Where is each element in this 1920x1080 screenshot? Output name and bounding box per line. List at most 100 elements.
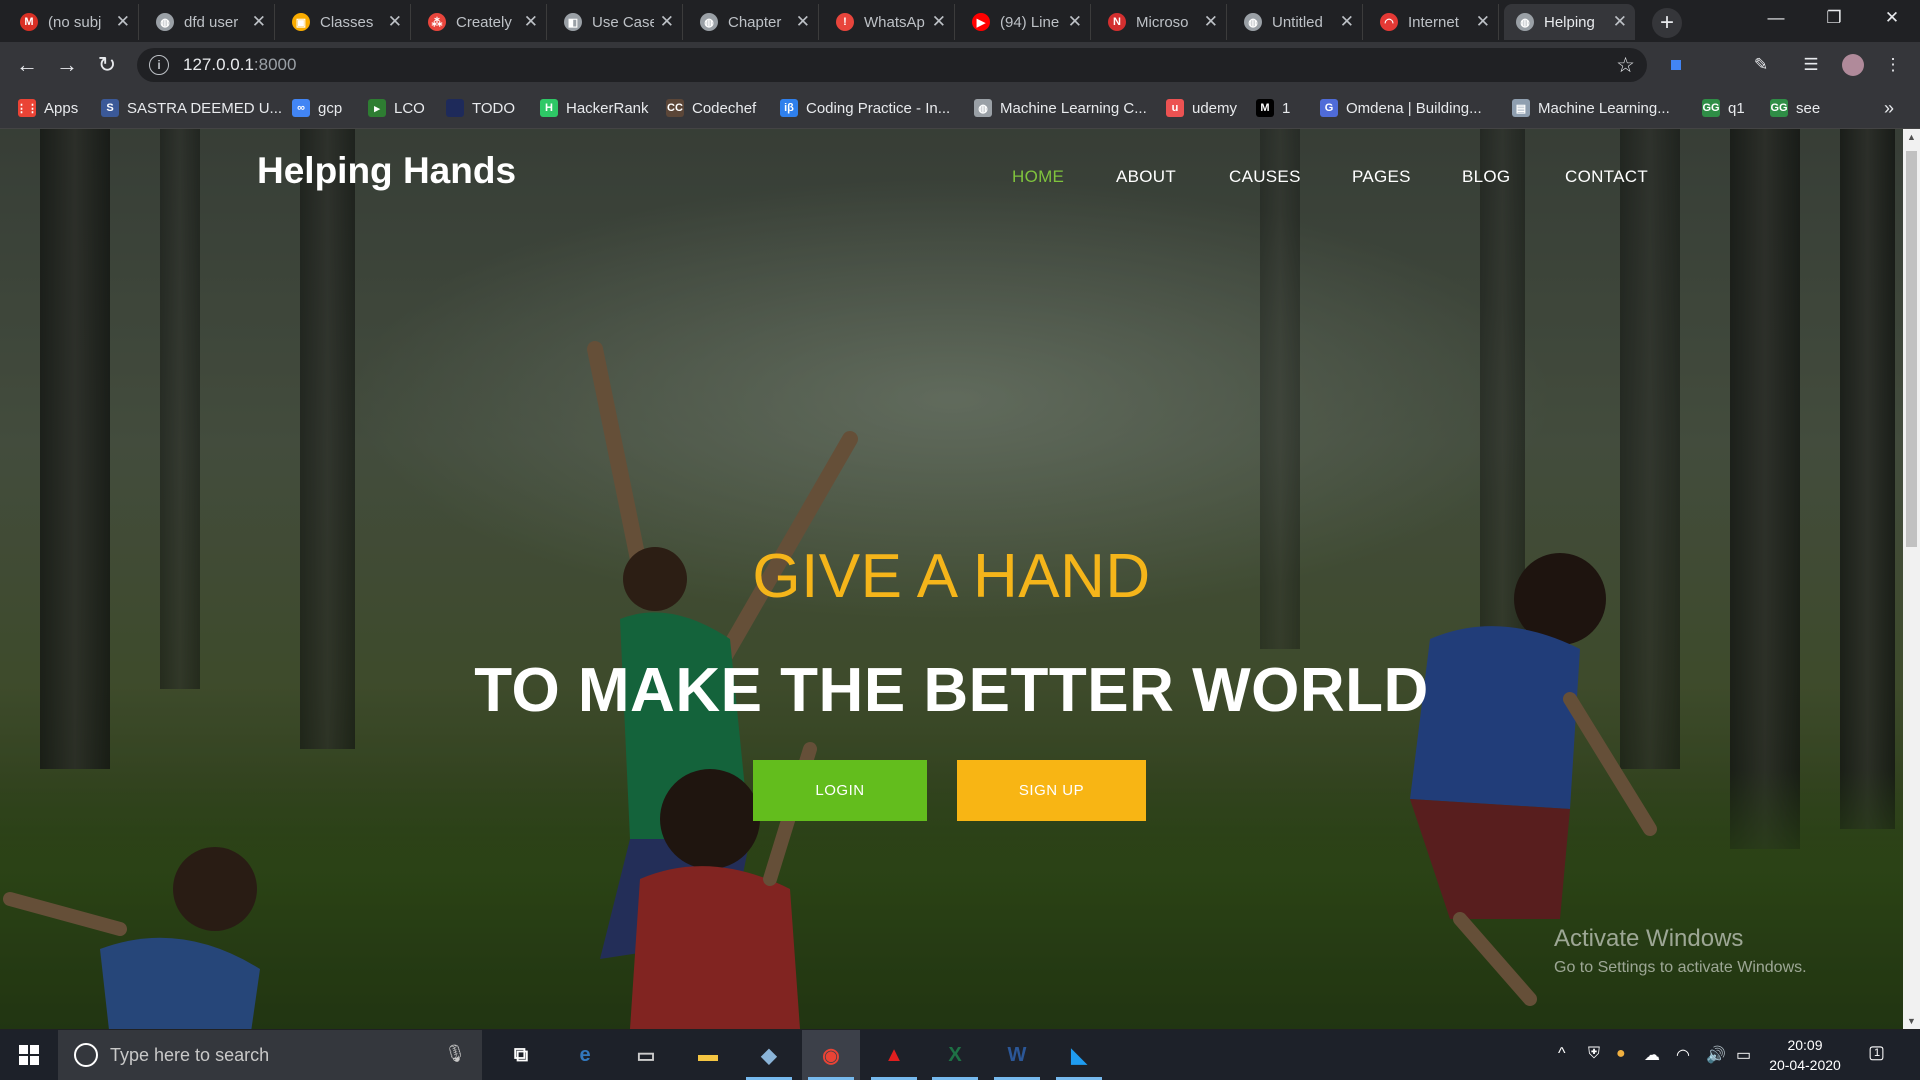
tab-close-icon[interactable]: ✕ [524, 12, 538, 32]
notepad-icon[interactable]: ◆ [740, 1030, 798, 1080]
bookmark-ml-12[interactable]: ▤ Machine Learning... [1512, 88, 1670, 128]
tab-close-icon[interactable]: ✕ [660, 12, 674, 32]
scroll-thumb[interactable] [1906, 151, 1917, 547]
bookmark-gcp-2[interactable]: ∞ gcp [292, 88, 342, 128]
notification-count: 1 [1874, 1047, 1881, 1059]
tab-close-icon[interactable]: ✕ [1476, 12, 1490, 32]
tab-close-icon[interactable]: ✕ [796, 12, 810, 32]
tray-chevron-up-icon[interactable]: ^ [1558, 1045, 1566, 1063]
tab-10[interactable]: ◠ Internet ✕ [1368, 4, 1499, 40]
bookmark-omdena-11[interactable]: G Omdena | Building... [1320, 88, 1482, 128]
word-icon[interactable]: W [988, 1030, 1046, 1080]
bookmark-globe-8[interactable]: ◍ Machine Learning C... [974, 88, 1147, 128]
tab-6[interactable]: ! WhatsAp ✕ [824, 4, 955, 40]
nav-link-home[interactable]: HOME [1012, 167, 1064, 187]
acrobat-icon[interactable]: ▲ [865, 1030, 923, 1080]
info-icon[interactable]: i [149, 55, 169, 75]
window-close-button[interactable]: ✕ [1864, 0, 1920, 36]
nav-link-blog[interactable]: BLOG [1462, 167, 1510, 187]
signup-button[interactable]: SIGN UP [957, 760, 1146, 821]
clock-date: 20-04-2020 [1769, 1057, 1841, 1073]
page-scrollbar[interactable]: ▲ ▼ [1903, 129, 1920, 1029]
tab-close-icon[interactable]: ✕ [388, 12, 402, 32]
back-button[interactable]: ← [12, 50, 42, 80]
url-text[interactable]: 127.0.0.1:8000 [183, 55, 296, 75]
nav-link-causes[interactable]: CAUSES [1229, 167, 1301, 187]
tab-close-icon[interactable]: ✕ [1613, 12, 1627, 32]
action-center-button[interactable]: ▢1 [1868, 1042, 1891, 1063]
nav-link-pages[interactable]: PAGES [1352, 167, 1411, 187]
minimize-button[interactable]: — [1748, 0, 1804, 36]
address-bar[interactable]: i 127.0.0.1:8000 ☆ [137, 48, 1647, 82]
excel-icon[interactable]: X [926, 1030, 984, 1080]
bookmark-todo-4[interactable]: TODO [446, 88, 515, 128]
tab-close-icon[interactable]: ✕ [1068, 12, 1082, 32]
tray-app-icon[interactable]: ● [1616, 1045, 1626, 1063]
hero-kicker: GIVE A HAND [752, 542, 1151, 611]
tab-close-icon[interactable]: ✕ [932, 12, 946, 32]
hackerrank-icon: H [540, 99, 558, 117]
microphone-icon[interactable]: 🎙 [444, 1044, 466, 1064]
tab-close-icon[interactable]: ✕ [1204, 12, 1218, 32]
taskbar-clock[interactable]: 20:09 20-04-2020 [1765, 1035, 1845, 1075]
terminal-icon[interactable]: ▭ [617, 1030, 675, 1080]
extension-square-icon[interactable] [1665, 54, 1687, 76]
tab-close-icon[interactable]: ✕ [1340, 12, 1354, 32]
nav-link-about[interactable]: ABOUT [1116, 167, 1176, 187]
tab-0[interactable]: M (no subj ✕ [8, 4, 139, 40]
bookmark-udemy-9[interactable]: u udemy [1166, 88, 1237, 128]
bookmark-star-icon[interactable]: ☆ [1616, 53, 1635, 78]
globe-icon: ◍ [1516, 13, 1534, 31]
bookmark-label: LCO [394, 99, 425, 117]
chrome-icon[interactable]: ◉ [802, 1030, 860, 1080]
scroll-down-arrow-icon[interactable]: ▼ [1903, 1013, 1920, 1029]
taskbar-search-box[interactable]: Type here to search 🎙 [58, 1030, 482, 1080]
tab-2[interactable]: ▣ Classes ✕ [280, 4, 411, 40]
tab-1[interactable]: ◍ dfd user ✕ [144, 4, 275, 40]
maximize-button[interactable]: ❐ [1806, 0, 1862, 36]
bookmark-lco-3[interactable]: ▸ LCO [368, 88, 425, 128]
bookmark-sastra-1[interactable]: S SASTRA DEEMED U... [101, 88, 282, 128]
start-button[interactable] [0, 1030, 58, 1080]
forward-button[interactable]: → [52, 50, 82, 80]
nav-link-contact[interactable]: CONTACT [1565, 167, 1648, 187]
wifi-icon[interactable]: ◠ [1676, 1045, 1690, 1065]
keyboard-icon[interactable]: ▭ [1736, 1045, 1751, 1065]
bookmark-apps-grid-0[interactable]: ⋮⋮ Apps [16, 88, 78, 128]
bookmark-gfg-13[interactable]: GG q1 [1702, 88, 1745, 128]
tab-9[interactable]: ◍ Untitled ✕ [1232, 4, 1363, 40]
tab-4[interactable]: ◧ Use Case ✕ [552, 4, 683, 40]
profile-avatar[interactable] [1842, 54, 1864, 76]
tab-close-icon[interactable]: ✕ [252, 12, 266, 32]
bookmark-gfg-14[interactable]: GG see [1770, 88, 1820, 128]
bookmark-codechef-6[interactable]: CC Codechef [666, 88, 756, 128]
edge-icon[interactable]: e [556, 1030, 614, 1080]
file-explorer-icon[interactable]: ▬ [679, 1030, 737, 1080]
security-shield-icon[interactable]: ⛨ [1588, 1045, 1600, 1063]
new-tab-button[interactable]: + [1652, 8, 1682, 38]
tab-label: dfd user [184, 13, 239, 31]
vscode-icon[interactable]: ◣ [1050, 1030, 1108, 1080]
tab-close-icon[interactable]: ✕ [116, 12, 130, 32]
scroll-up-arrow-icon[interactable]: ▲ [1903, 129, 1920, 145]
extension-pen-icon[interactable]: ✎ [1750, 54, 1772, 76]
bookmark-hackerrank-5[interactable]: H HackerRank [540, 88, 649, 128]
bookmarks-overflow-button[interactable]: » [1884, 88, 1894, 128]
tab-3[interactable]: ⁂ Creately ✕ [416, 4, 547, 40]
menu-kebab-icon[interactable]: ⋮ [1882, 54, 1904, 76]
tab-11[interactable]: ◍ Helping ✕ [1504, 4, 1635, 40]
login-button[interactable]: LOGIN [753, 760, 927, 821]
bookmark-interviewbit-7[interactable]: iβ Coding Practice - In... [780, 88, 950, 128]
creately-icon: ⁂ [428, 13, 446, 31]
tab-7[interactable]: ▶ (94) Line ✕ [960, 4, 1091, 40]
volume-icon[interactable]: 🔊 [1706, 1045, 1726, 1065]
onedrive-icon[interactable]: ☁ [1644, 1045, 1660, 1065]
media-control-icon[interactable]: ☰ [1800, 54, 1822, 76]
tab-8[interactable]: N Microso ✕ [1096, 4, 1227, 40]
tab-5[interactable]: ◍ Chapter ✕ [688, 4, 819, 40]
task-view-icon[interactable]: ⧉ [492, 1030, 550, 1080]
bookmark-medium-10[interactable]: M1 [1256, 88, 1290, 128]
reload-button[interactable]: ↻ [92, 50, 122, 80]
site-brand-logo[interactable]: Helping Hands [257, 150, 516, 192]
url-port: :8000 [253, 55, 297, 74]
